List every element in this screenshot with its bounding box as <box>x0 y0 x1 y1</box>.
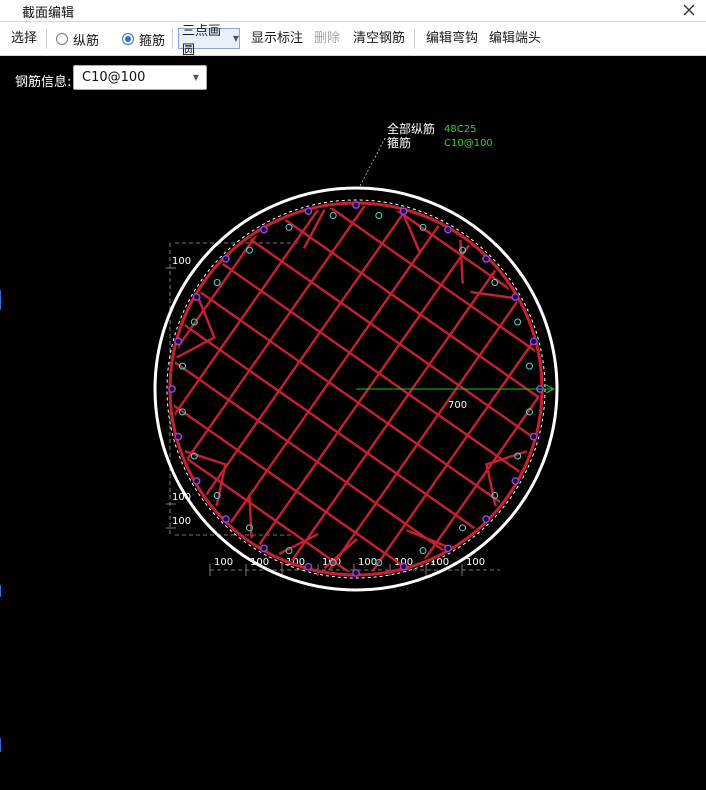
rebar-marker <box>491 278 499 286</box>
rebar-point[interactable] <box>511 293 520 301</box>
radius-label: 700 <box>448 400 467 411</box>
annotation-longitudinal-label: 全部纵筋 <box>387 121 435 136</box>
stirrup-line[interactable] <box>97 99 397 526</box>
rebar-point[interactable] <box>192 293 201 301</box>
rebar-point[interactable] <box>444 225 452 234</box>
bottom-dimension-label: 100 <box>214 557 233 568</box>
rebar-point[interactable] <box>174 432 183 441</box>
annotation-stirrup-label: 箍筋 <box>387 135 411 150</box>
stirrup-line[interactable] <box>75 335 502 635</box>
rebar-point[interactable] <box>304 562 313 571</box>
annotation-longitudinal-value: 48C25 <box>444 124 476 135</box>
rebar-point[interactable] <box>511 477 520 485</box>
rebar-point[interactable] <box>529 337 538 346</box>
stirrup-line[interactable] <box>117 276 543 576</box>
rebar-point[interactable] <box>352 201 360 209</box>
rebar-point[interactable] <box>168 385 176 393</box>
stirrup-line[interactable] <box>156 140 456 568</box>
stirrup-grid[interactable] <box>13 58 690 732</box>
rebar-point[interactable] <box>174 337 183 346</box>
rebar-point[interactable] <box>352 569 360 577</box>
rebar-marker <box>285 223 293 231</box>
annotation-leader <box>359 137 386 187</box>
rebar-point[interactable] <box>304 207 313 216</box>
bottom-dimension-label: 100 <box>358 557 377 568</box>
rebar-marker <box>526 362 534 370</box>
section-drawing[interactable]: 100100100100100100100100 100100100 700 全… <box>0 0 706 790</box>
stirrup-line[interactable] <box>137 247 563 548</box>
rebar-point[interactable] <box>482 515 491 524</box>
rebar-marker <box>419 547 427 555</box>
stirrup-hook[interactable] <box>406 529 448 548</box>
stirrup-line[interactable] <box>127 120 426 547</box>
rebar-marker <box>514 318 522 326</box>
rebar-marker <box>375 211 383 219</box>
rebar-marker <box>329 211 337 219</box>
rebar-point[interactable] <box>399 562 408 571</box>
left-dimension-label: 100 <box>172 516 191 527</box>
rebar-point[interactable] <box>221 515 230 524</box>
stirrup-hook[interactable] <box>485 463 497 507</box>
stirrup-line[interactable] <box>184 161 485 587</box>
stirrup-line[interactable] <box>55 365 482 664</box>
rebar-marker <box>213 278 221 286</box>
annotation-stirrup-value: C10@100 <box>444 138 493 149</box>
rebar-point[interactable] <box>529 432 538 441</box>
stirrup-hook[interactable] <box>248 494 253 539</box>
stirrup-line[interactable] <box>38 58 338 485</box>
rebar-marker <box>245 246 253 254</box>
section-editor-window: 截面编辑 选择 纵筋 箍筋 三点画圆 ▼ 显示标注 删除 清空钢筋 编辑弯钩 编… <box>0 0 706 790</box>
stirrup-line[interactable] <box>34 394 461 694</box>
rebar-point[interactable] <box>482 254 491 263</box>
rebar-point[interactable] <box>260 544 268 553</box>
rebar-point[interactable] <box>260 225 268 234</box>
rebar-point[interactable] <box>444 544 452 553</box>
rebar-point[interactable] <box>192 477 201 485</box>
bottom-dimension-label: 100 <box>466 557 485 568</box>
stirrup-line[interactable] <box>68 79 367 506</box>
rebar-point[interactable] <box>399 207 408 216</box>
left-dimension-label: 100 <box>172 256 191 267</box>
stirrup-hook[interactable] <box>459 239 464 284</box>
rebar-point[interactable] <box>221 254 230 263</box>
rebar-marker <box>459 524 467 532</box>
